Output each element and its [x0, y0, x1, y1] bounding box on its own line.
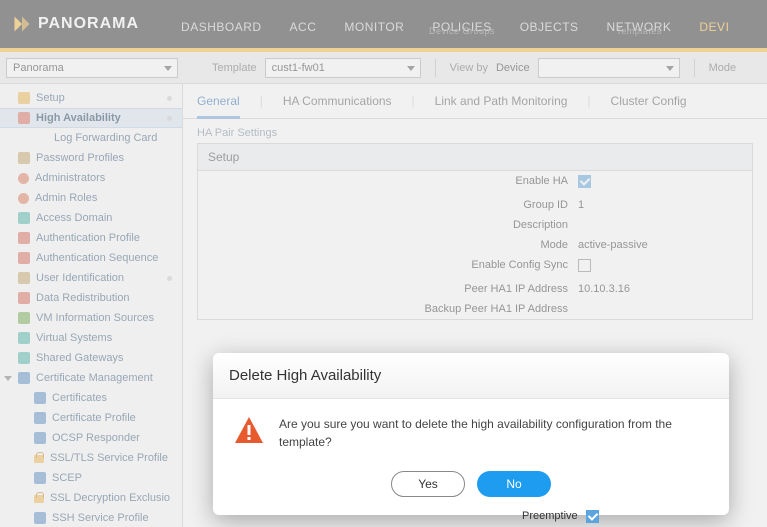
warning-icon: [233, 415, 265, 447]
yes-button[interactable]: Yes: [391, 471, 465, 497]
no-button[interactable]: No: [477, 471, 551, 497]
preemptive-row: Preemptive: [197, 505, 767, 527]
modal-body: Are you sure you want to delete the high…: [213, 399, 729, 459]
modal-message: Are you sure you want to delete the high…: [279, 415, 709, 451]
delete-ha-modal: Delete High Availability Are you sure yo…: [213, 353, 729, 515]
modal-title: Delete High Availability: [213, 353, 729, 399]
preemptive-checkbox[interactable]: [586, 510, 599, 523]
preemptive-label: Preemptive: [522, 510, 578, 522]
